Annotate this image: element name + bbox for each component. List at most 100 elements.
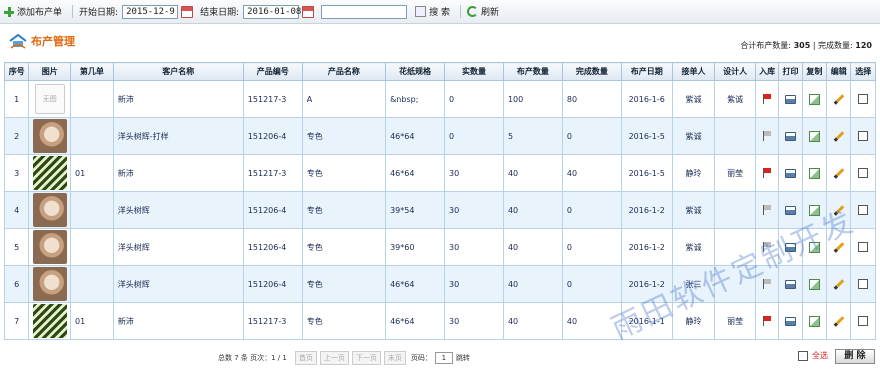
copy-icon[interactable] bbox=[808, 204, 820, 216]
total-value: 305 bbox=[793, 41, 811, 50]
completed-quantity: 0 bbox=[561, 265, 622, 303]
flag-icon[interactable] bbox=[762, 131, 772, 141]
designer: 紫诚 bbox=[714, 80, 756, 118]
jump-button[interactable]: 跳转 bbox=[456, 353, 470, 363]
search-button[interactable]: 搜 索 bbox=[411, 5, 450, 18]
table-row: 6 洋头树辉 151206-4 专色 46*64 30 40 0 2016-1-2 张三 bbox=[3, 265, 876, 303]
edit-icon-cell bbox=[826, 80, 852, 118]
order-taker: 静玲 bbox=[671, 302, 716, 340]
row-checkbox[interactable] bbox=[858, 279, 869, 289]
copy-icon[interactable] bbox=[808, 241, 820, 253]
refresh-button[interactable]: 刷新 bbox=[466, 5, 499, 18]
product-thumbnail[interactable] bbox=[32, 230, 67, 264]
order-index bbox=[70, 80, 114, 118]
product-thumbnail[interactable] bbox=[32, 267, 67, 301]
completed-quantity: 0 bbox=[561, 117, 622, 155]
row-checkbox[interactable] bbox=[858, 94, 869, 104]
edit-icon[interactable] bbox=[833, 315, 845, 327]
actual-quantity: 30 bbox=[444, 265, 504, 303]
paper-spec: 39*54 bbox=[385, 191, 445, 229]
flag-icon[interactable] bbox=[762, 205, 772, 215]
copy-icon[interactable] bbox=[808, 278, 820, 290]
printer-icon[interactable] bbox=[785, 242, 796, 252]
copy-icon[interactable] bbox=[808, 130, 820, 142]
edit-icon[interactable] bbox=[833, 241, 845, 253]
calendar-icon[interactable] bbox=[302, 5, 315, 18]
thumbnail-cell bbox=[28, 302, 72, 340]
actual-quantity: 30 bbox=[444, 302, 504, 340]
printer-icon[interactable] bbox=[785, 131, 796, 141]
printer-icon[interactable] bbox=[785, 205, 796, 215]
select-all-checkbox[interactable] bbox=[798, 350, 808, 361]
thumbnail-cell bbox=[28, 191, 72, 229]
copy-icon[interactable] bbox=[808, 93, 820, 105]
edit-icon[interactable] bbox=[833, 93, 845, 105]
row-checkbox[interactable] bbox=[858, 205, 869, 215]
start-date-input[interactable]: 2015-12-9 bbox=[122, 4, 179, 19]
add-order-button[interactable]: 添加布产单 bbox=[4, 5, 62, 18]
actual-quantity: 30 bbox=[444, 228, 504, 266]
edit-icon[interactable] bbox=[833, 278, 845, 290]
page-number-input[interactable]: 1 bbox=[434, 352, 453, 364]
next-page-button[interactable]: 下一页 bbox=[351, 351, 381, 365]
flag-icon[interactable] bbox=[762, 168, 772, 178]
flag-icon[interactable] bbox=[762, 316, 772, 326]
printer-icon[interactable] bbox=[785, 168, 796, 178]
toolbar-divider bbox=[459, 5, 461, 18]
customer-name: 洋头树辉 bbox=[112, 191, 244, 229]
copy-icon-cell bbox=[801, 117, 828, 155]
copy-icon[interactable] bbox=[808, 167, 820, 179]
thumbnail-cell bbox=[28, 154, 72, 192]
production-quantity: 40 bbox=[502, 228, 563, 266]
calendar-icon[interactable] bbox=[181, 5, 194, 18]
customer-name: 新沛 bbox=[112, 80, 244, 118]
product-code: 151206-4 bbox=[242, 117, 303, 155]
end-date-input[interactable]: 2016-01-08 bbox=[243, 4, 301, 19]
flag-icon-cell bbox=[754, 302, 780, 340]
delete-button[interactable]: 删 除 bbox=[835, 349, 875, 364]
copy-icon[interactable] bbox=[808, 315, 820, 327]
order-taker: 紫诚 bbox=[671, 191, 716, 229]
column-header: 图片 bbox=[28, 62, 72, 81]
row-checkbox[interactable] bbox=[858, 131, 869, 141]
product-code: 151217-3 bbox=[242, 302, 303, 340]
flag-icon-cell bbox=[754, 117, 780, 155]
last-page-button[interactable]: 末页 bbox=[383, 351, 406, 365]
total-label: 合计布产数量: bbox=[740, 41, 792, 50]
edit-icon[interactable] bbox=[833, 167, 845, 179]
product-thumbnail[interactable] bbox=[32, 119, 67, 153]
row-checkbox-cell bbox=[850, 302, 876, 340]
printer-icon[interactable] bbox=[785, 316, 796, 326]
edit-icon[interactable] bbox=[833, 130, 845, 142]
flag-icon[interactable] bbox=[762, 279, 772, 289]
production-date: 2016-1-6 bbox=[620, 80, 673, 118]
toolbar: 添加布产单 开始日期: 2015-12-9 结束日期: 2016-01-08 搜… bbox=[0, 0, 880, 24]
printer-icon[interactable] bbox=[785, 279, 796, 289]
first-page-button[interactable]: 首页 bbox=[294, 351, 317, 365]
flag-icon[interactable] bbox=[762, 242, 772, 252]
column-header: 布产日期 bbox=[620, 62, 673, 81]
production-quantity: 5 bbox=[502, 117, 563, 155]
product-thumbnail[interactable] bbox=[32, 156, 67, 190]
prev-page-button[interactable]: 上一页 bbox=[319, 351, 349, 365]
page-title: 布产管理 bbox=[8, 33, 75, 49]
row-checkbox[interactable] bbox=[858, 316, 869, 326]
search-input[interactable] bbox=[321, 4, 408, 19]
product-thumbnail[interactable] bbox=[32, 304, 67, 338]
select-all-label[interactable]: 全选 bbox=[812, 350, 828, 361]
actual-quantity: 30 bbox=[444, 154, 504, 192]
select-all[interactable]: 全选 bbox=[798, 350, 828, 361]
row-number: 4 bbox=[3, 191, 30, 229]
printer-icon[interactable] bbox=[785, 94, 796, 104]
product-thumbnail[interactable] bbox=[32, 193, 67, 227]
refresh-label: 刷新 bbox=[480, 8, 499, 18]
product-code: 151206-4 bbox=[242, 191, 303, 229]
edit-icon[interactable] bbox=[833, 204, 845, 216]
search-icon bbox=[415, 6, 427, 17]
row-checkbox[interactable] bbox=[858, 168, 869, 178]
no-image-placeholder[interactable]: 无图 bbox=[34, 84, 65, 114]
pagination: 总数 7 条 页次：1 / 1 首页 上一页 下一页 末页 页码： 1 跳转 bbox=[218, 351, 470, 365]
designer: 丽莹 bbox=[714, 302, 756, 340]
row-checkbox[interactable] bbox=[858, 242, 869, 252]
flag-icon[interactable] bbox=[762, 94, 772, 104]
